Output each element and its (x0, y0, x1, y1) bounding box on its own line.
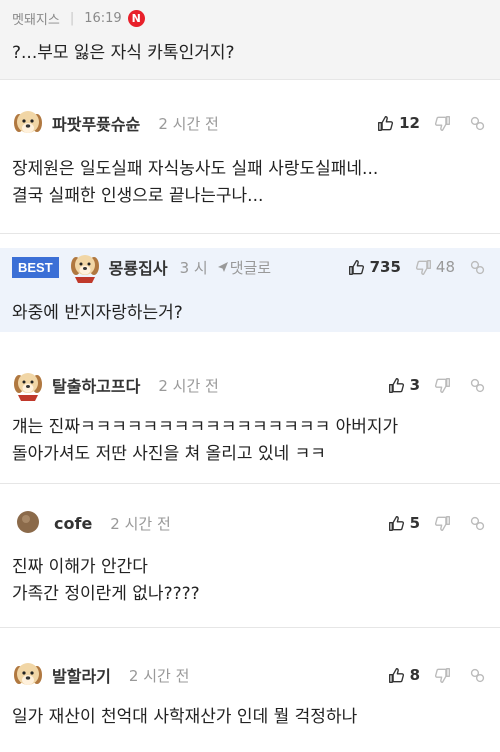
thumbs-down-icon[interactable] (415, 259, 432, 276)
comment-item: 발할라기 2 시간 전 8 일가 재산이 천억대 사학재산가 인데 뭘 걱정하나 (0, 642, 500, 752)
comment-actions: 12 (377, 106, 486, 140)
puppy-avatar[interactable] (69, 251, 101, 283)
comment-line: 진짜 이해가 안간다 (12, 557, 148, 577)
comment-body: 장제원은 일도실패 자식농사도 실패 사랑도실패네... 결국 실패한 인생으로… (12, 156, 488, 210)
comment-line: 가족간 정이란게 없나???? (12, 584, 200, 604)
comment-nickname[interactable]: 몽룡집사 (109, 255, 168, 279)
comment-item: 파팟푸퓻슈슌 2 시간 전 12 장제원은 일도실패 자식농사도 실패 사랑도실… (0, 96, 500, 234)
comment-actions: 5 (388, 506, 486, 540)
upvote-count: 3 (409, 376, 420, 394)
comment-time: 3 시 (179, 258, 208, 277)
new-badge: N (127, 10, 145, 27)
comment-time: 2 시간 전 (110, 514, 171, 533)
comment-item: cofe 2 시간 전 5 진짜 이해가 안간다 가족간 정이란게 없나???? (0, 498, 500, 628)
top-comment: 멧돼지스 | 16:19 N ?...부모 잃은 자식 카톡인거지? (0, 0, 500, 80)
reply-arrow-icon (217, 262, 228, 272)
best-badge: BEST (12, 256, 59, 278)
upvote-count: 5 (409, 514, 420, 532)
link-icon[interactable] (469, 259, 486, 276)
comment-nickname[interactable]: 발할라기 (52, 663, 111, 687)
comment-nickname[interactable]: 파팟푸퓻슈슌 (52, 111, 140, 135)
upvote-count: 12 (399, 114, 420, 132)
comment-body: 걔는 진짜ㅋㅋㅋㅋㅋㅋㅋㅋㅋㅋㅋㅋㅋㅋㅋㅋ 아버지가 돌아가셔도 저딴 사진을 … (12, 414, 488, 468)
link-icon[interactable] (469, 115, 486, 132)
comment-item: 탈출하고프다 2 시간 전 3 걔는 진짜ㅋㅋㅋㅋㅋㅋㅋㅋㅋㅋㅋㅋㅋㅋㅋㅋ 아버… (0, 348, 500, 484)
thumbs-up-icon[interactable] (388, 515, 405, 532)
comment-time: 2 시간 전 (158, 114, 219, 133)
downvote-count: 48 (435, 258, 455, 276)
comment-line: 와중에 반지자랑하는거? (12, 303, 183, 323)
comment-time: 2 시간 전 (158, 376, 219, 395)
brown-circle-avatar[interactable] (16, 510, 42, 536)
thumbs-down-icon[interactable] (434, 667, 451, 684)
comment-line: 장제원은 일도실패 자식농사도 실패 사랑도실패네... (12, 159, 379, 179)
link-icon[interactable] (469, 377, 486, 394)
link-icon[interactable] (469, 667, 486, 684)
comment-body: 와중에 반지자랑하는거? (12, 300, 488, 327)
upvote-count: 735 (369, 258, 401, 276)
thumbs-down-icon[interactable] (434, 115, 451, 132)
thumbs-up-icon[interactable] (348, 259, 365, 276)
comment-line: 결국 실패한 인생으로 끝나는구나... (12, 186, 264, 206)
comment-time: 2 시간 전 (128, 666, 190, 685)
puppy-avatar[interactable] (12, 369, 44, 401)
top-comment-text: ?...부모 잃은 자식 카톡인거지? (12, 43, 235, 63)
top-comment-time: 16:19 (84, 11, 122, 26)
comment-nickname[interactable]: 탈출하고프다 (52, 373, 140, 397)
comment-line: 일가 재산이 천억대 사학재산가 인데 뭘 걱정하나 (12, 707, 358, 727)
comment-line: 걔는 진짜ㅋㅋㅋㅋㅋㅋㅋㅋㅋㅋㅋㅋㅋㅋㅋㅋ 아버지가 (12, 417, 399, 437)
comment-actions: 3 (388, 368, 486, 402)
thumbs-up-icon[interactable] (388, 667, 405, 684)
meta-divider: | (69, 11, 75, 26)
comment-line: 돌아가셔도 저딴 사진을 쳐 올리고 있네 ㅋㅋ (12, 444, 326, 464)
comment-actions: 8 (388, 658, 486, 692)
puppy-avatar[interactable] (12, 659, 44, 691)
comment-body: 일가 재산이 천억대 사학재산가 인데 뭘 걱정하나 (12, 704, 488, 731)
puppy-avatar[interactable] (12, 107, 44, 139)
thumbs-down-icon[interactable] (434, 515, 451, 532)
comment-body: 진짜 이해가 안간다 가족간 정이란게 없나???? (12, 554, 488, 608)
thumbs-up-icon[interactable] (377, 115, 394, 132)
top-comment-author[interactable]: 멧돼지스 (12, 9, 60, 28)
thumbs-down-icon[interactable] (434, 377, 451, 394)
best-comment-item: BEST 몽룡집사 3 시 댓글로 735 48 와중에 반지자랑하는거? (0, 248, 500, 332)
thumbs-up-icon[interactable] (388, 377, 405, 394)
comment-actions: 735 48 (348, 250, 486, 284)
top-comment-meta: 멧돼지스 | 16:19 N (12, 9, 145, 28)
reply-link[interactable]: 댓글로 (216, 257, 271, 278)
link-icon[interactable] (469, 515, 486, 532)
reply-link-label: 댓글로 (229, 258, 272, 277)
comment-nickname[interactable]: cofe (54, 514, 92, 533)
upvote-count: 8 (409, 666, 420, 684)
